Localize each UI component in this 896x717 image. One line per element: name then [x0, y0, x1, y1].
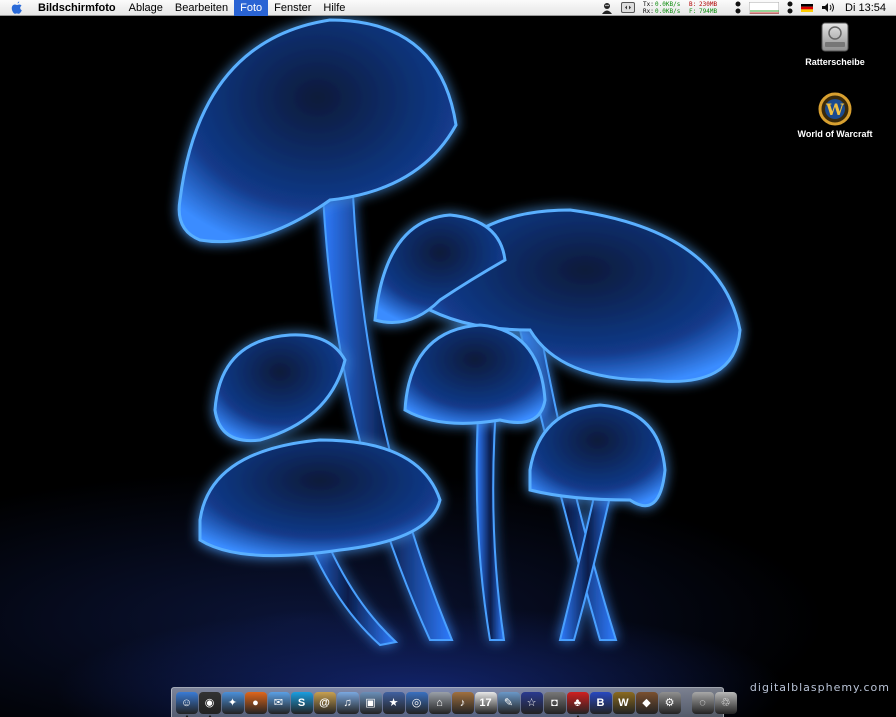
dock-item-b-app[interactable]: B: [589, 691, 612, 714]
downloads-icon: ◌: [699, 696, 706, 709]
trash-icon: ♲: [720, 697, 731, 709]
system-preferences-icon: ⚙: [664, 697, 675, 709]
app-name-menu[interactable]: Bildschirmfoto: [34, 0, 123, 16]
dock-item-trash[interactable]: ♲: [714, 691, 737, 714]
menu-bearbeiten[interactable]: Bearbeiten: [169, 0, 234, 16]
idvd-icon: ◎: [411, 697, 422, 709]
dock-item-camera[interactable]: ◘: [543, 691, 566, 714]
menu-fenster[interactable]: Fenster: [268, 0, 317, 16]
f-value: 794MB: [699, 7, 718, 15]
apple-menu[interactable]: [0, 0, 34, 16]
mushroom-wallpaper: [177, 18, 742, 647]
dock-item-imovie-star[interactable]: ☆: [520, 691, 543, 714]
dock-item-iphoto[interactable]: ▣: [359, 691, 382, 714]
desktop[interactable]: Bildschirmfoto Ablage Bearbeiten Foto Fe…: [0, 0, 896, 717]
dock-item-address-book[interactable]: @: [313, 691, 336, 714]
wow-icon: W: [818, 92, 852, 126]
iphoto-icon: ▣: [365, 697, 376, 709]
camera-icon: ◘: [551, 696, 558, 709]
memory-dots-icon[interactable]: [731, 0, 745, 16]
menu-clock[interactable]: Di 13:54: [839, 2, 896, 14]
desktop-icon-world-of-warcraft[interactable]: W World of Warcraft: [787, 92, 883, 139]
itunes-icon: ♫: [343, 696, 352, 709]
dock-item-ical[interactable]: 17: [474, 691, 497, 714]
menu-hilfe[interactable]: Hilfe: [317, 0, 351, 16]
dock-item-system-preferences[interactable]: ⚙: [658, 691, 681, 714]
preview-icon: ✎: [503, 697, 514, 709]
menu-extras: Tx: 0.0KB/s B: 230MB Rx: 0.0KB/s F: 794M…: [597, 0, 896, 16]
svg-text:W: W: [825, 100, 845, 119]
b-app-icon: B: [596, 696, 605, 709]
desktop-icon-label: World of Warcraft: [797, 129, 873, 139]
display-mirror-icon[interactable]: [617, 0, 639, 16]
imovie-star-icon: ☆: [526, 697, 537, 709]
dock-item-world-of-warcraft[interactable]: W: [612, 691, 635, 714]
dock-trail: ◌ ♲: [691, 691, 737, 714]
dock-item-skype[interactable]: S: [290, 691, 313, 714]
finder-icon: ☺: [180, 696, 193, 709]
safari-icon: ✦: [227, 697, 238, 709]
hard-drive-icon: [821, 22, 849, 52]
rx-label: Rx:: [643, 7, 654, 15]
dock-item-iweb[interactable]: ⌂: [428, 691, 451, 714]
dock-item-adium[interactable]: ♣: [566, 691, 589, 717]
activity-dots-icon[interactable]: [783, 0, 797, 16]
cpu-graph-icon[interactable]: [745, 0, 783, 16]
dock-apps: ☺ ◉ ✦ ● ✉ S @ ♫ ▣ ★ ◎ ⌂ ♪ 17 ✎ ☆ ◘ ♣ B W ◆ ⚙: [175, 691, 681, 717]
dock-item-safari[interactable]: ✦: [221, 691, 244, 714]
dock-item-downloads[interactable]: ◌: [691, 691, 714, 714]
dashboard-icon: ◉: [204, 697, 215, 709]
ichat-icon: ✉: [273, 697, 284, 709]
b-value: 230MB: [699, 0, 718, 8]
tx-label: Tx:: [643, 0, 654, 8]
menu-bar: Bildschirmfoto Ablage Bearbeiten Foto Fe…: [0, 0, 896, 16]
imovie-icon: ★: [388, 697, 399, 709]
firefox-icon: ●: [252, 696, 259, 709]
dock-item-imovie[interactable]: ★: [382, 691, 405, 714]
address-book-icon: @: [319, 696, 330, 709]
rx-value: 0.0KB/s: [655, 7, 681, 15]
dock-item-dashboard[interactable]: ◉: [198, 691, 221, 717]
mouse-app-icon: ◆: [642, 697, 651, 709]
garageband-icon: ♪: [459, 696, 466, 709]
iweb-icon: ⌂: [436, 696, 443, 709]
skype-icon: S: [297, 696, 306, 709]
dock-item-firefox[interactable]: ●: [244, 691, 267, 714]
dock-item-preview[interactable]: ✎: [497, 691, 520, 714]
dock-item-garageband[interactable]: ♪: [451, 691, 474, 714]
tx-value: 0.0KB/s: [655, 0, 681, 8]
wallpaper-watermark: digitalblasphemy.com: [749, 681, 890, 694]
b-label: B:: [689, 0, 697, 8]
apple-icon: [11, 1, 22, 14]
ical-icon: 17: [479, 696, 492, 709]
menu-foto[interactable]: Foto: [234, 0, 269, 16]
keyboard-layout-flag-icon[interactable]: [797, 0, 817, 16]
desktop-icon-ratterscheibe[interactable]: Ratterscheibe: [787, 20, 883, 67]
user-icon[interactable]: [597, 0, 617, 16]
network-monitor[interactable]: Tx: 0.0KB/s B: 230MB Rx: 0.0KB/s F: 794M…: [639, 1, 731, 15]
f-label: F:: [689, 7, 697, 15]
dock-item-finder[interactable]: ☺: [175, 691, 198, 717]
adium-icon: ♣: [573, 696, 582, 709]
dock-item-mouse-app[interactable]: ◆: [635, 691, 658, 714]
volume-icon[interactable]: [817, 0, 839, 16]
dock-item-ichat[interactable]: ✉: [267, 691, 290, 714]
dock-item-itunes[interactable]: ♫: [336, 691, 359, 714]
world-of-warcraft-icon: W: [618, 696, 629, 709]
dock-item-idvd[interactable]: ◎: [405, 691, 428, 714]
dock: ☺ ◉ ✦ ● ✉ S @ ♫ ▣ ★ ◎ ⌂ ♪ 17 ✎ ☆ ◘ ♣ B W ◆ ⚙ ◌ ♲: [171, 687, 737, 717]
menu-ablage[interactable]: Ablage: [123, 0, 169, 16]
desktop-icon-label: Ratterscheibe: [805, 57, 865, 67]
